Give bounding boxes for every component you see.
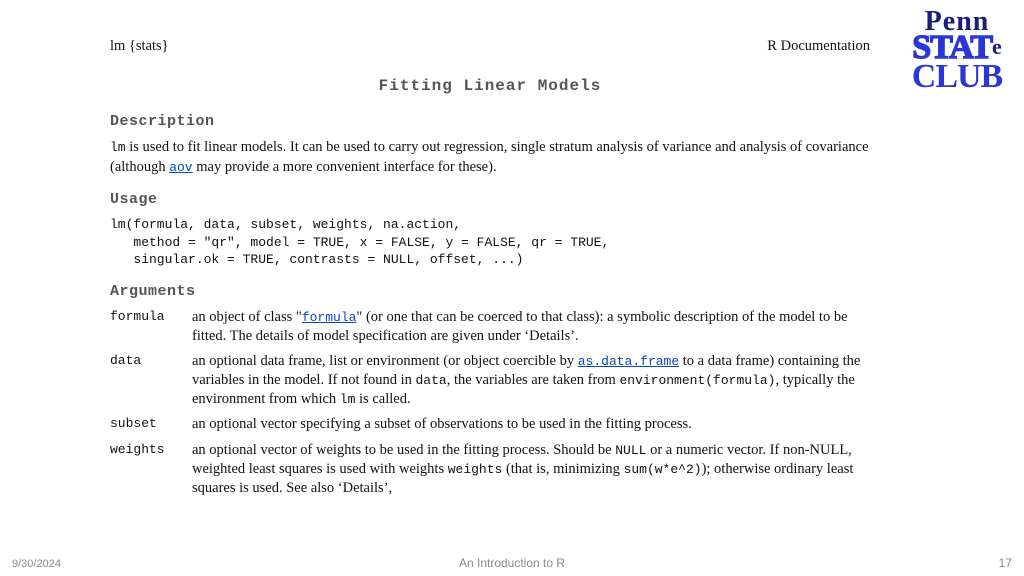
psu-stat-club-logo: Penn STATe CLUB — [902, 10, 1012, 92]
pkg-name: lm {stats} — [110, 38, 169, 55]
section-arguments: Arguments — [110, 283, 870, 300]
doc-body: lm {stats} R Documentation Fitting Linea… — [110, 38, 870, 504]
arg-row-subset: subset an optional vector specifying a s… — [110, 415, 870, 434]
arg-row-formula: formula an object of class "formula" (or… — [110, 308, 870, 346]
arg-row-data: data an optional data frame, list or env… — [110, 352, 870, 409]
link-asdataframe[interactable]: as.data.frame — [578, 354, 679, 369]
doc-source: R Documentation — [767, 38, 870, 55]
section-description: Description — [110, 113, 870, 130]
arguments-table: formula an object of class "formula" (or… — [110, 308, 870, 498]
footer-title: An Introduction to R — [0, 556, 1024, 570]
link-aov[interactable]: aov — [169, 160, 192, 175]
footer-page-number: 17 — [999, 556, 1012, 570]
usage-code: lm(formula, data, subset, weights, na.ac… — [110, 216, 870, 269]
arg-row-weights: weights an optional vector of weights to… — [110, 441, 870, 498]
page-title: Fitting Linear Models — [110, 77, 870, 95]
section-usage: Usage — [110, 191, 870, 208]
description-paragraph: lm is used to fit linear models. It can … — [110, 138, 870, 177]
link-formula[interactable]: formula — [302, 310, 357, 325]
